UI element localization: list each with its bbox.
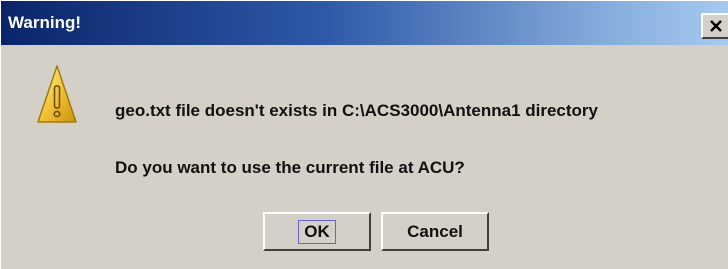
warning-dialog: Warning! geo.txt file doesn't exists in … bbox=[0, 0, 728, 269]
title-bar[interactable]: Warning! bbox=[1, 1, 728, 45]
message-text-line-2: Do you want to use the current file at A… bbox=[115, 158, 465, 177]
cancel-button[interactable]: Cancel bbox=[381, 212, 489, 251]
close-button[interactable] bbox=[701, 13, 728, 39]
close-icon bbox=[710, 20, 722, 32]
message-text-line-1: geo.txt file doesn't exists in C:\ACS300… bbox=[115, 101, 598, 120]
warning-icon bbox=[36, 64, 78, 126]
ok-button[interactable]: OK bbox=[263, 212, 371, 251]
dialog-title: Warning! bbox=[8, 13, 82, 32]
ok-button-label: OK bbox=[298, 219, 336, 244]
